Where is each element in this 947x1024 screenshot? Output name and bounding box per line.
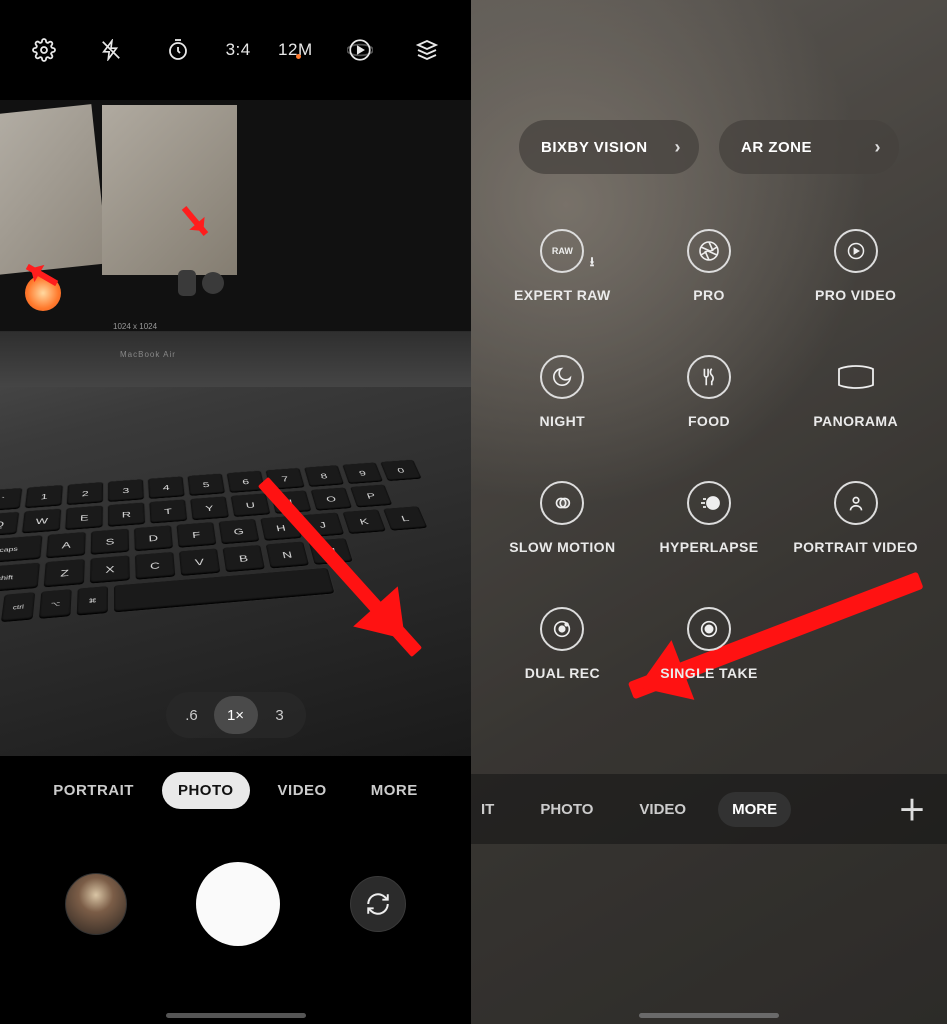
chevron-right-icon: ›	[875, 137, 882, 158]
slow-motion-icon	[540, 481, 584, 525]
mode-photo[interactable]: PHOTO	[162, 772, 250, 809]
gallery-thumbnail[interactable]	[65, 873, 127, 935]
mode-photo[interactable]: PHOTO	[526, 792, 607, 827]
mode-portrait[interactable]: PORTRAIT	[37, 772, 150, 809]
timer-icon[interactable]	[158, 30, 198, 70]
laptop-model-text: MacBook Air	[120, 350, 176, 359]
bixby-vision-button[interactable]: BIXBY VISION ›	[519, 120, 699, 174]
camera-bottom-controls	[0, 824, 471, 984]
mode-label: PRO	[693, 287, 725, 303]
mode-label: FOOD	[688, 413, 730, 429]
mode-portrait-cut[interactable]: IT	[475, 792, 508, 827]
mode-more[interactable]: MORE	[718, 792, 791, 827]
aspect-ratio-button[interactable]: 3:4	[226, 40, 251, 60]
mode-food[interactable]: FOOD	[636, 355, 783, 429]
mode-single-take[interactable]: SINGLE TAKE	[636, 607, 783, 681]
left-screenshot: 3:4 12M 1024 x 1024 MacBook Air `1234567…	[0, 0, 471, 1024]
mode-pro[interactable]: PRO	[636, 229, 783, 303]
mode-night[interactable]: NIGHT	[489, 355, 636, 429]
more-modes-grid: RAW⭳ EXPERT RAW PRO PRO VIDEO NIGHT FOOD	[471, 229, 947, 681]
chevron-right-icon: ›	[675, 137, 682, 158]
aperture-icon	[687, 229, 731, 273]
mode-slow-motion[interactable]: SLOW MOTION	[489, 481, 636, 555]
mode-dual-rec[interactable]: DUAL REC	[489, 607, 636, 681]
right-screenshot: BIXBY VISION › AR ZONE › RAW⭳ EXPERT RAW…	[471, 0, 947, 1024]
single-take-icon	[687, 607, 731, 651]
ar-zone-label: AR ZONE	[741, 139, 812, 156]
food-icon	[687, 355, 731, 399]
mode-label: NIGHT	[540, 413, 586, 429]
dual-rec-icon	[540, 607, 584, 651]
raw-icon: RAW⭳	[540, 229, 584, 273]
camera-topbar: 3:4 12M	[0, 0, 471, 100]
hyperlapse-icon	[687, 481, 731, 525]
panorama-icon	[834, 355, 878, 399]
add-mode-button[interactable]: ＋	[893, 790, 931, 828]
mode-more[interactable]: MORE	[355, 772, 434, 809]
home-indicator[interactable]	[166, 1013, 306, 1018]
screen-dimensions-text: 1024 x 1024	[113, 322, 157, 331]
mode-label: PRO VIDEO	[815, 287, 896, 303]
shutter-button[interactable]	[196, 862, 280, 946]
camera-viewfinder[interactable]: 1024 x 1024 MacBook Air `1234567890QWERT…	[0, 100, 471, 756]
switch-camera-icon	[365, 891, 391, 917]
ar-zone-button[interactable]: AR ZONE ›	[719, 120, 899, 174]
bixby-vision-label: BIXBY VISION	[541, 139, 648, 156]
mode-label: SLOW MOTION	[509, 539, 615, 555]
zoom-1x[interactable]: 1×	[214, 696, 258, 734]
mode-video[interactable]: VIDEO	[262, 772, 343, 809]
mode-pro-video[interactable]: PRO VIDEO	[782, 229, 929, 303]
camera-mode-row: PORTRAIT PHOTO VIDEO MORE	[0, 756, 471, 824]
mode-label: HYPERLAPSE	[660, 539, 759, 555]
mode-label: EXPERT RAW	[514, 287, 611, 303]
mode-video[interactable]: VIDEO	[625, 792, 700, 827]
play-circle-icon	[834, 229, 878, 273]
top-pill-row: BIXBY VISION › AR ZONE ›	[471, 120, 947, 174]
mode-label: SINGLE TAKE	[660, 665, 757, 681]
home-indicator[interactable]	[639, 1013, 779, 1018]
more-mode-row: IT PHOTO VIDEO MORE ＋	[471, 774, 947, 844]
motion-photo-icon[interactable]	[340, 30, 380, 70]
moon-icon	[540, 355, 584, 399]
mode-hyperlapse[interactable]: HYPERLAPSE	[636, 481, 783, 555]
flash-off-icon[interactable]	[91, 30, 131, 70]
zoom-0.6x[interactable]: .6	[170, 696, 214, 734]
viewfinder-content: 1024 x 1024 MacBook Air `1234567890QWERT…	[0, 100, 471, 756]
mode-expert-raw[interactable]: RAW⭳ EXPERT RAW	[489, 229, 636, 303]
plus-icon: ＋	[898, 789, 926, 829]
mode-portrait-video[interactable]: PORTRAIT VIDEO	[782, 481, 929, 555]
zoom-3x[interactable]: 3	[258, 696, 302, 734]
switch-camera-button[interactable]	[350, 876, 406, 932]
mode-label: DUAL REC	[525, 665, 600, 681]
portrait-video-icon	[834, 481, 878, 525]
mode-panorama[interactable]: PANORAMA	[782, 355, 929, 429]
filters-icon[interactable]	[407, 30, 447, 70]
mode-label: PORTRAIT VIDEO	[793, 539, 918, 555]
mode-label: PANORAMA	[813, 413, 898, 429]
zoom-selector: .6 1× 3	[166, 692, 306, 738]
recording-dot-indicator	[296, 54, 301, 59]
settings-icon[interactable]	[24, 30, 64, 70]
